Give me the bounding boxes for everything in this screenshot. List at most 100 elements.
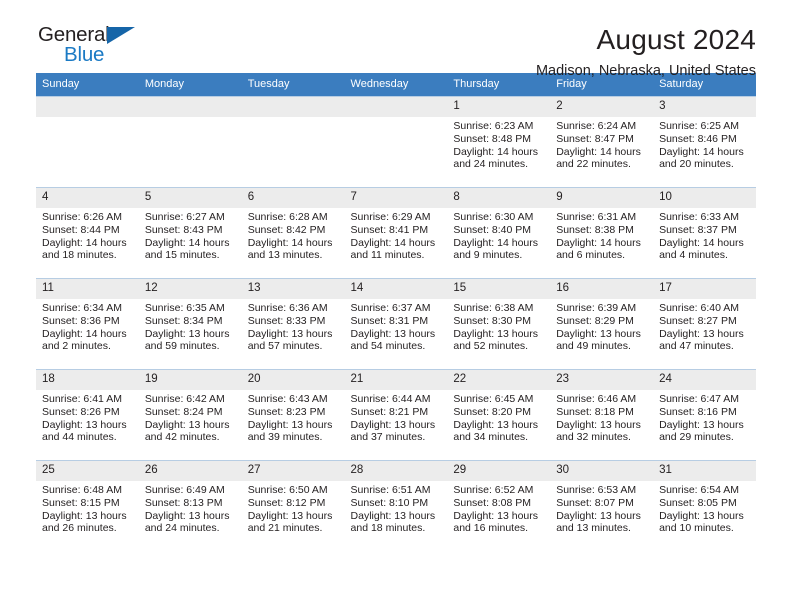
day-number: 26 — [138, 461, 242, 481]
sunrise-time: Sunrise: 6:38 AM — [453, 302, 534, 314]
sunset-time: Sunset: 8:20 PM — [453, 405, 532, 418]
sunset-time: Sunset: 8:13 PM — [144, 496, 223, 509]
calendar-day-cell[interactable]: 1 Sunrise: 6:23 AM Sunset: 8:48 PM Daylight… — [447, 96, 551, 188]
calendar-day-cell[interactable]: 7 Sunrise: 6:29 AM Sunset: 8:41 PM Daylight… — [344, 187, 448, 279]
daylight-duration-line2: and 15 minutes. — [144, 249, 220, 262]
day-cell-inner: 12 Sunrise: 6:35 AM Sunset: 8:34 PM Dayligh… — [138, 279, 242, 369]
day-cell-inner: 27 Sunrise: 6:50 AM Sunset: 8:12 PM Dayligh… — [241, 461, 345, 551]
day-number: 29 — [447, 461, 551, 481]
sunrise-time: Sunrise: 6:41 AM — [42, 393, 122, 405]
daylight-duration-line2: and 18 minutes. — [42, 249, 117, 262]
sunset-time: Sunset: 8:44 PM — [42, 223, 120, 236]
calendar-day-cell[interactable]: 28 Sunrise: 6:51 AM Sunset: 8:10 PM Dayligh… — [344, 460, 448, 551]
daylight-duration-line2: and 39 minutes. — [247, 431, 323, 444]
calendar-day-cell[interactable]: 17 Sunrise: 6:40 AM Sunset: 8:27 PM Dayligh… — [653, 278, 756, 370]
calendar-day-cell[interactable]: 31 Sunrise: 6:54 AM Sunset: 8:05 PM Dayligh… — [653, 460, 756, 551]
daylight-duration-line1: Daylight: 13 hours — [659, 509, 744, 522]
day-details: Sunrise: 6:27 AM Sunset: 8:43 PM Daylight:… — [139, 208, 242, 262]
daylight-duration-line1: Daylight: 13 hours — [144, 327, 230, 340]
day-details: Sunrise: 6:41 AM Sunset: 8:26 PM Daylight:… — [36, 390, 139, 444]
sunrise-time: Sunrise: 6:50 AM — [247, 484, 328, 496]
sunrise-time: Sunrise: 6:44 AM — [350, 393, 431, 405]
calendar-day-cell[interactable]: 5 Sunrise: 6:27 AM Sunset: 8:43 PM Daylight… — [138, 187, 242, 279]
daylight-duration-line1: Daylight: 13 hours — [556, 327, 641, 340]
calendar-day-cell[interactable]: 4 Sunrise: 6:26 AM Sunset: 8:44 PM Daylight… — [36, 187, 139, 279]
day-details: Sunrise: 6:51 AM Sunset: 8:10 PM Daylight:… — [345, 481, 448, 535]
general-blue-logo[interactable]: General Blue — [36, 24, 146, 70]
day-number: 21 — [344, 370, 448, 390]
day-cell-inner: 26 Sunrise: 6:49 AM Sunset: 8:13 PM Dayligh… — [138, 461, 242, 551]
sunset-time: Sunset: 8:31 PM — [350, 314, 429, 327]
day-details: Sunrise: 6:26 AM Sunset: 8:44 PM Daylight:… — [36, 208, 139, 262]
sunset-time: Sunset: 8:12 PM — [247, 496, 326, 509]
sunrise-sunset-calendar-table: Sunday Monday Tuesday Wednesday Thursday… — [36, 73, 756, 551]
daylight-duration-line2: and 57 minutes. — [247, 340, 323, 353]
calendar-day-cell[interactable]: 9 Sunrise: 6:31 AM Sunset: 8:38 PM Daylight… — [550, 187, 654, 279]
calendar-page: General Blue August 2024 Madison, Nebras… — [0, 0, 792, 612]
calendar-day-cell[interactable]: 14 Sunrise: 6:37 AM Sunset: 8:31 PM Dayligh… — [344, 278, 448, 370]
daylight-duration-line1: Daylight: 13 hours — [453, 418, 539, 431]
sunrise-time: Sunrise: 6:45 AM — [453, 393, 534, 405]
calendar-day-cell[interactable]: 6 Sunrise: 6:28 AM Sunset: 8:42 PM Daylight… — [241, 187, 345, 279]
calendar-day-cell[interactable]: 18 Sunrise: 6:41 AM Sunset: 8:26 PM Dayligh… — [36, 369, 139, 461]
day-details: Sunrise: 6:34 AM Sunset: 8:36 PM Daylight:… — [36, 299, 139, 353]
day-cell-inner — [344, 97, 448, 187]
daylight-duration-line1: Daylight: 13 hours — [350, 327, 436, 340]
calendar-day-cell[interactable]: 20 Sunrise: 6:43 AM Sunset: 8:23 PM Dayligh… — [241, 369, 345, 461]
day-number: 14 — [344, 279, 448, 299]
daylight-duration-line1: Daylight: 13 hours — [350, 418, 436, 431]
daylight-duration-line1: Daylight: 13 hours — [42, 418, 127, 431]
calendar-day-cell[interactable]: 26 Sunrise: 6:49 AM Sunset: 8:13 PM Dayligh… — [138, 460, 242, 551]
daylight-duration-line2: and 29 minutes. — [659, 431, 734, 444]
calendar-day-cell[interactable]: 23 Sunrise: 6:46 AM Sunset: 8:18 PM Dayligh… — [550, 369, 654, 461]
daylight-duration-line2: and 21 minutes. — [247, 522, 323, 535]
daylight-duration-line2: and 18 minutes. — [350, 522, 426, 535]
daylight-duration-line1: Daylight: 13 hours — [144, 418, 230, 431]
calendar-day-cell[interactable]: 15 Sunrise: 6:38 AM Sunset: 8:30 PM Dayligh… — [447, 278, 551, 370]
day-cell-inner: 28 Sunrise: 6:51 AM Sunset: 8:10 PM Dayligh… — [344, 461, 448, 551]
daylight-duration-line2: and 44 minutes. — [42, 431, 117, 444]
calendar-day-cell[interactable]: 13 Sunrise: 6:36 AM Sunset: 8:33 PM Dayligh… — [241, 278, 345, 370]
logo-triangle-icon — [107, 27, 135, 44]
day-number: 22 — [447, 370, 551, 390]
sunset-time: Sunset: 8:37 PM — [659, 223, 737, 236]
day-number: 16 — [550, 279, 654, 299]
day-details: Sunrise: 6:40 AM Sunset: 8:27 PM Daylight:… — [653, 299, 756, 353]
calendar-day-cell[interactable]: 24 Sunrise: 6:47 AM Sunset: 8:16 PM Dayligh… — [653, 369, 756, 461]
calendar-day-cell[interactable]: 2 Sunrise: 6:24 AM Sunset: 8:47 PM Daylight… — [550, 96, 654, 188]
calendar-day-cell[interactable]: 3 Sunrise: 6:25 AM Sunset: 8:46 PM Daylight… — [653, 96, 756, 188]
day-number: 6 — [241, 188, 345, 208]
day-cell-inner: 22 Sunrise: 6:45 AM Sunset: 8:20 PM Dayligh… — [447, 370, 551, 460]
calendar-day-cell[interactable]: 21 Sunrise: 6:44 AM Sunset: 8:21 PM Dayligh… — [344, 369, 448, 461]
calendar-week-row: 18 Sunrise: 6:41 AM Sunset: 8:26 PM Dayligh… — [36, 369, 756, 461]
calendar-day-cell[interactable]: 25 Sunrise: 6:48 AM Sunset: 8:15 PM Dayligh… — [36, 460, 139, 551]
day-number: 25 — [36, 461, 139, 481]
day-number: 1 — [447, 97, 551, 117]
calendar-day-cell[interactable]: 30 Sunrise: 6:53 AM Sunset: 8:07 PM Dayligh… — [550, 460, 654, 551]
day-number: 10 — [653, 188, 756, 208]
daylight-duration-line2: and 49 minutes. — [556, 340, 631, 353]
daylight-duration-line2: and 22 minutes. — [556, 158, 631, 171]
calendar-day-cell[interactable]: 10 Sunrise: 6:33 AM Sunset: 8:37 PM Dayligh… — [653, 187, 756, 279]
sunrise-time: Sunrise: 6:36 AM — [247, 302, 328, 314]
day-details: Sunrise: 6:24 AM Sunset: 8:47 PM Daylight:… — [550, 117, 653, 171]
calendar-day-cell[interactable]: 19 Sunrise: 6:42 AM Sunset: 8:24 PM Dayligh… — [138, 369, 242, 461]
sunset-time: Sunset: 8:18 PM — [556, 405, 634, 418]
day-details: Sunrise: 6:52 AM Sunset: 8:08 PM Daylight:… — [447, 481, 550, 535]
calendar-day-cell[interactable]: 16 Sunrise: 6:39 AM Sunset: 8:29 PM Dayligh… — [550, 278, 654, 370]
day-details: Sunrise: 6:31 AM Sunset: 8:38 PM Daylight:… — [550, 208, 653, 262]
calendar-day-cell[interactable]: 27 Sunrise: 6:50 AM Sunset: 8:12 PM Dayligh… — [241, 460, 345, 551]
calendar-day-cell[interactable]: 22 Sunrise: 6:45 AM Sunset: 8:20 PM Dayligh… — [447, 369, 551, 461]
calendar-day-cell[interactable]: 12 Sunrise: 6:35 AM Sunset: 8:34 PM Dayligh… — [138, 278, 242, 370]
daylight-duration-line1: Daylight: 13 hours — [659, 327, 744, 340]
calendar-day-cell[interactable]: 29 Sunrise: 6:52 AM Sunset: 8:08 PM Dayligh… — [447, 460, 551, 551]
sunset-time: Sunset: 8:24 PM — [144, 405, 223, 418]
day-number: 28 — [344, 461, 448, 481]
sunrise-time: Sunrise: 6:51 AM — [350, 484, 431, 496]
calendar-day-cell[interactable]: 11 Sunrise: 6:34 AM Sunset: 8:36 PM Dayligh… — [36, 278, 139, 370]
sunrise-time: Sunrise: 6:39 AM — [556, 302, 637, 314]
daylight-duration-line1: Daylight: 13 hours — [247, 327, 333, 340]
calendar-day-cell[interactable]: 8 Sunrise: 6:30 AM Sunset: 8:40 PM Daylight… — [447, 187, 551, 279]
day-details: Sunrise: 6:25 AM Sunset: 8:46 PM Daylight:… — [653, 117, 756, 171]
sunset-time: Sunset: 8:29 PM — [556, 314, 634, 327]
